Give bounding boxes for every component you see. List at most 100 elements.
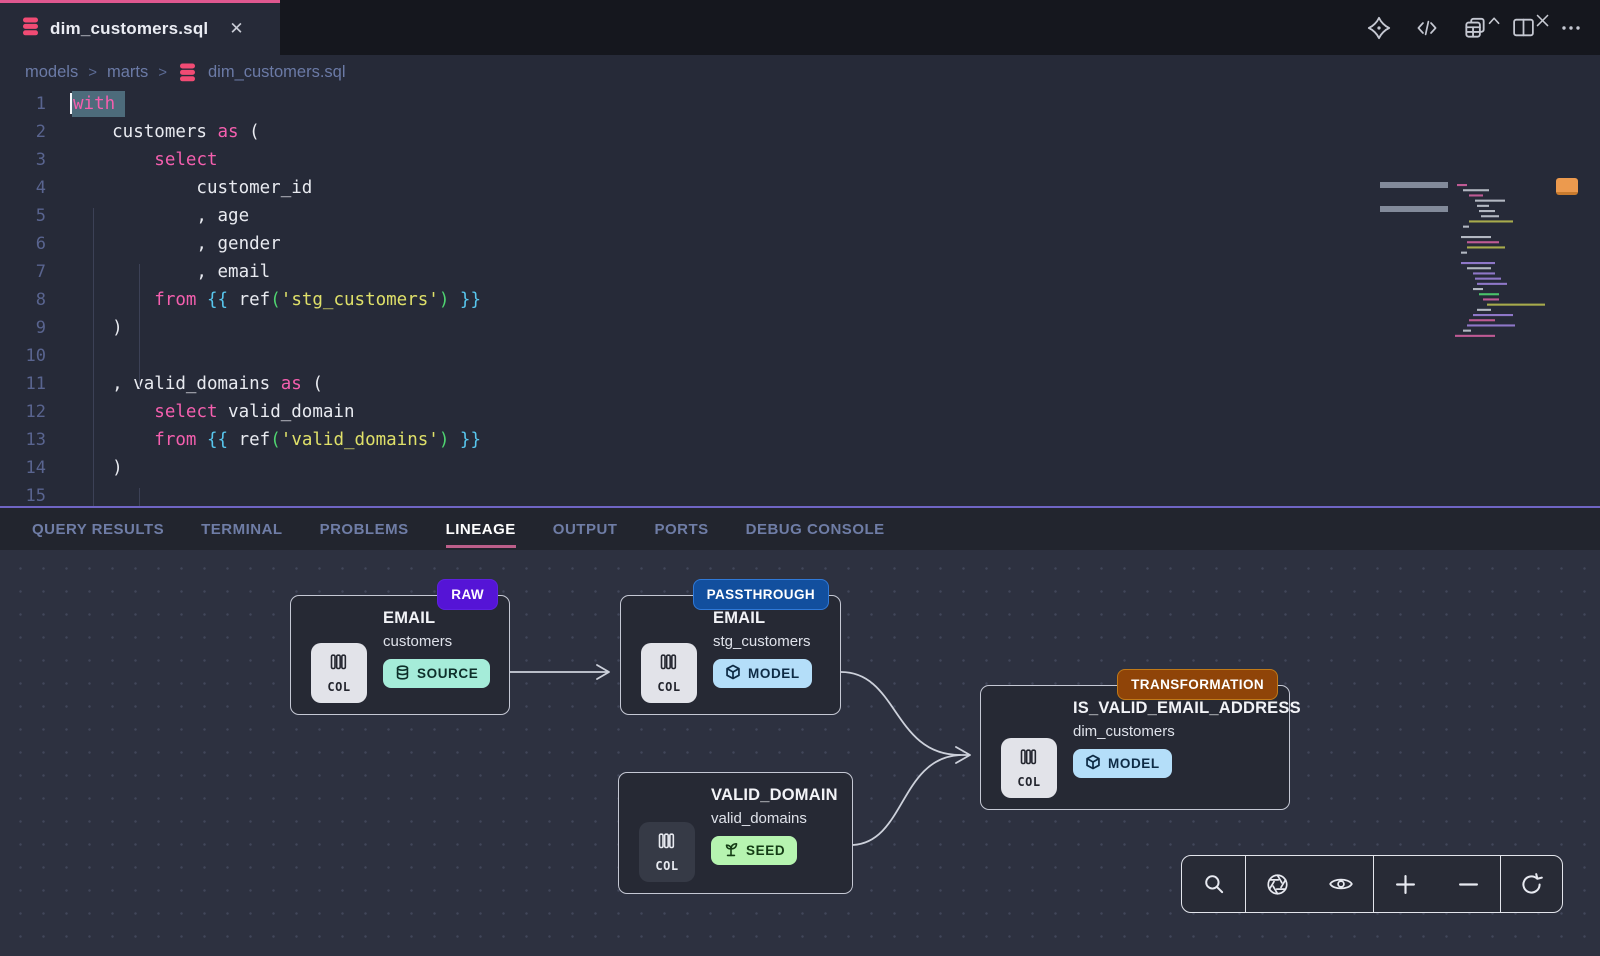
close-tab-icon[interactable]: ✕ [229, 19, 243, 39]
code-line[interactable]: 3 select [0, 146, 1600, 174]
col-label: COL [327, 680, 350, 694]
code-line[interactable]: 9 ) [0, 314, 1600, 342]
breadcrumb: models > marts > dim_customers.sql [0, 55, 1600, 90]
node-badge: PASSTHROUGH [693, 579, 829, 610]
file-tab[interactable]: dim_customers.sql ✕ [0, 0, 280, 55]
more-icon[interactable] [1558, 15, 1584, 41]
panel-tab-problems[interactable]: PROBLEMS [320, 521, 409, 538]
col-label: COL [657, 680, 680, 694]
node-table-name: valid_domains [711, 810, 852, 827]
lineage-node-customers[interactable]: RAWCOLEMAILcustomersSOURCE [290, 595, 510, 715]
code-line[interactable]: 4 customer_id [0, 174, 1600, 202]
columns-icon [329, 653, 349, 678]
code-line[interactable]: 6 , gender [0, 230, 1600, 258]
columns-icon [659, 653, 679, 678]
database-icon [179, 63, 196, 82]
line-number: 3 [0, 150, 70, 170]
lineage-node-dim-customers[interactable]: TRANSFORMATIONCOLIS_VALID_EMAIL_ADDRESSd… [980, 685, 1290, 810]
code-line[interactable]: 14 ) [0, 454, 1600, 482]
sprout-icon [723, 841, 739, 860]
code-line[interactable]: 5 , age [0, 202, 1600, 230]
column-icon-box: COL [641, 643, 697, 703]
bottom-panel-tabs: QUERY RESULTS TERMINAL PROBLEMS LINEAGE OUTP… [0, 508, 1600, 550]
node-type-pill: MODEL [713, 659, 812, 688]
line-number: 8 [0, 290, 70, 310]
node-table-name: customers [383, 633, 509, 650]
col-label: COL [1017, 775, 1040, 789]
code-line[interactable]: 11 , valid_domains as ( [0, 370, 1600, 398]
file-tab-title: dim_customers.sql [50, 19, 208, 39]
panel-tab-output[interactable]: OUTPUT [553, 521, 618, 538]
node-table-name: dim_customers [1073, 723, 1289, 740]
code-line[interactable]: 10 [0, 342, 1600, 370]
editor-tab-bar: dim_customers.sql ✕ [0, 0, 1600, 55]
breadcrumb-separator: > [88, 64, 97, 81]
node-column-name: VALID_DOMAIN [711, 786, 852, 805]
code-line[interactable]: 12 select valid_domain [0, 398, 1600, 426]
search-button[interactable] [1199, 869, 1229, 899]
indent-guide [93, 208, 94, 506]
panel-tab-debug-console[interactable]: DEBUG CONSOLE [746, 521, 885, 538]
column-icon-box: COL [1001, 738, 1057, 798]
lineage-canvas[interactable]: RAWCOLEMAILcustomersSOURCE PASSTHROUGHCO… [0, 550, 1600, 956]
node-table-name: stg_customers [713, 633, 840, 650]
code-editor[interactable]: 1with2 customers as (3 select4 customer_… [0, 90, 1600, 506]
toolbar-group [1373, 856, 1500, 912]
minimap-decoration [1380, 206, 1448, 212]
code-line[interactable]: 2 customers as ( [0, 118, 1600, 146]
plus-button[interactable] [1391, 869, 1421, 899]
node-badge: RAW [437, 579, 498, 610]
breadcrumb-item[interactable]: models [25, 63, 78, 82]
code-line[interactable]: 13 from {{ ref('valid_domains') }} [0, 426, 1600, 454]
columns-icon [657, 832, 677, 857]
code-icon[interactable] [1414, 15, 1440, 41]
column-icon-box: COL [311, 643, 367, 703]
code-line[interactable]: 8 from {{ ref('stg_customers') }} [0, 286, 1600, 314]
col-label: COL [655, 859, 678, 873]
node-type-pill: SEED [711, 836, 797, 865]
node-column-name: EMAIL [713, 609, 840, 628]
code-line[interactable]: 1with [0, 90, 1600, 118]
toolbar-group [1245, 856, 1373, 912]
eye-button[interactable] [1326, 869, 1356, 899]
indent-guide [139, 264, 140, 388]
minus-button[interactable] [1454, 869, 1484, 899]
line-number: 11 [0, 374, 70, 394]
scrollbar-marker[interactable] [1556, 178, 1578, 195]
close-icon[interactable] [1532, 10, 1554, 32]
breadcrumb-item[interactable]: marts [107, 63, 148, 82]
panel-tab-ports[interactable]: PORTS [654, 521, 708, 538]
line-number: 14 [0, 458, 70, 478]
toolbar-group [1500, 856, 1562, 912]
breadcrumb-file[interactable]: dim_customers.sql [208, 63, 346, 82]
aperture-button[interactable] [1263, 869, 1293, 899]
panel-tab-terminal[interactable]: TERMINAL [201, 521, 283, 538]
line-number: 10 [0, 346, 70, 366]
cube-icon [1085, 754, 1101, 773]
line-number: 5 [0, 206, 70, 226]
line-number: 2 [0, 122, 70, 142]
breadcrumb-separator: > [158, 64, 167, 81]
line-number: 6 [0, 234, 70, 254]
node-column-name: EMAIL [383, 609, 509, 628]
code-line[interactable]: 15 [0, 482, 1600, 506]
code-line[interactable]: 7 , email [0, 258, 1600, 286]
line-number: 9 [0, 318, 70, 338]
refresh-button[interactable] [1517, 869, 1547, 899]
line-number: 12 [0, 402, 70, 422]
column-icon-box: COL [639, 822, 695, 882]
lineage-toolbar [1181, 855, 1563, 913]
panel-actions [1484, 0, 1554, 42]
node-type-pill: MODEL [1073, 749, 1172, 778]
node-column-name: IS_VALID_EMAIL_ADDRESS [1073, 699, 1289, 718]
panel-tab-lineage[interactable]: LINEAGE [446, 521, 516, 538]
chevron-up-icon[interactable] [1484, 10, 1506, 32]
lineage-node-valid-domains[interactable]: COL VALID_DOMAIN valid_domains SEED [618, 772, 853, 894]
node-body: VALID_DOMAIN valid_domains SEED [711, 773, 852, 865]
dbt-logo-icon[interactable] [1366, 15, 1392, 41]
minimap-decoration [1380, 182, 1448, 188]
node-badge: TRANSFORMATION [1117, 669, 1278, 700]
code-lines: 1with2 customers as (3 select4 customer_… [0, 90, 1600, 506]
lineage-node-stg-customers[interactable]: PASSTHROUGHCOLEMAILstg_customersMODEL [620, 595, 841, 715]
panel-tab-query-results[interactable]: QUERY RESULTS [32, 521, 164, 538]
